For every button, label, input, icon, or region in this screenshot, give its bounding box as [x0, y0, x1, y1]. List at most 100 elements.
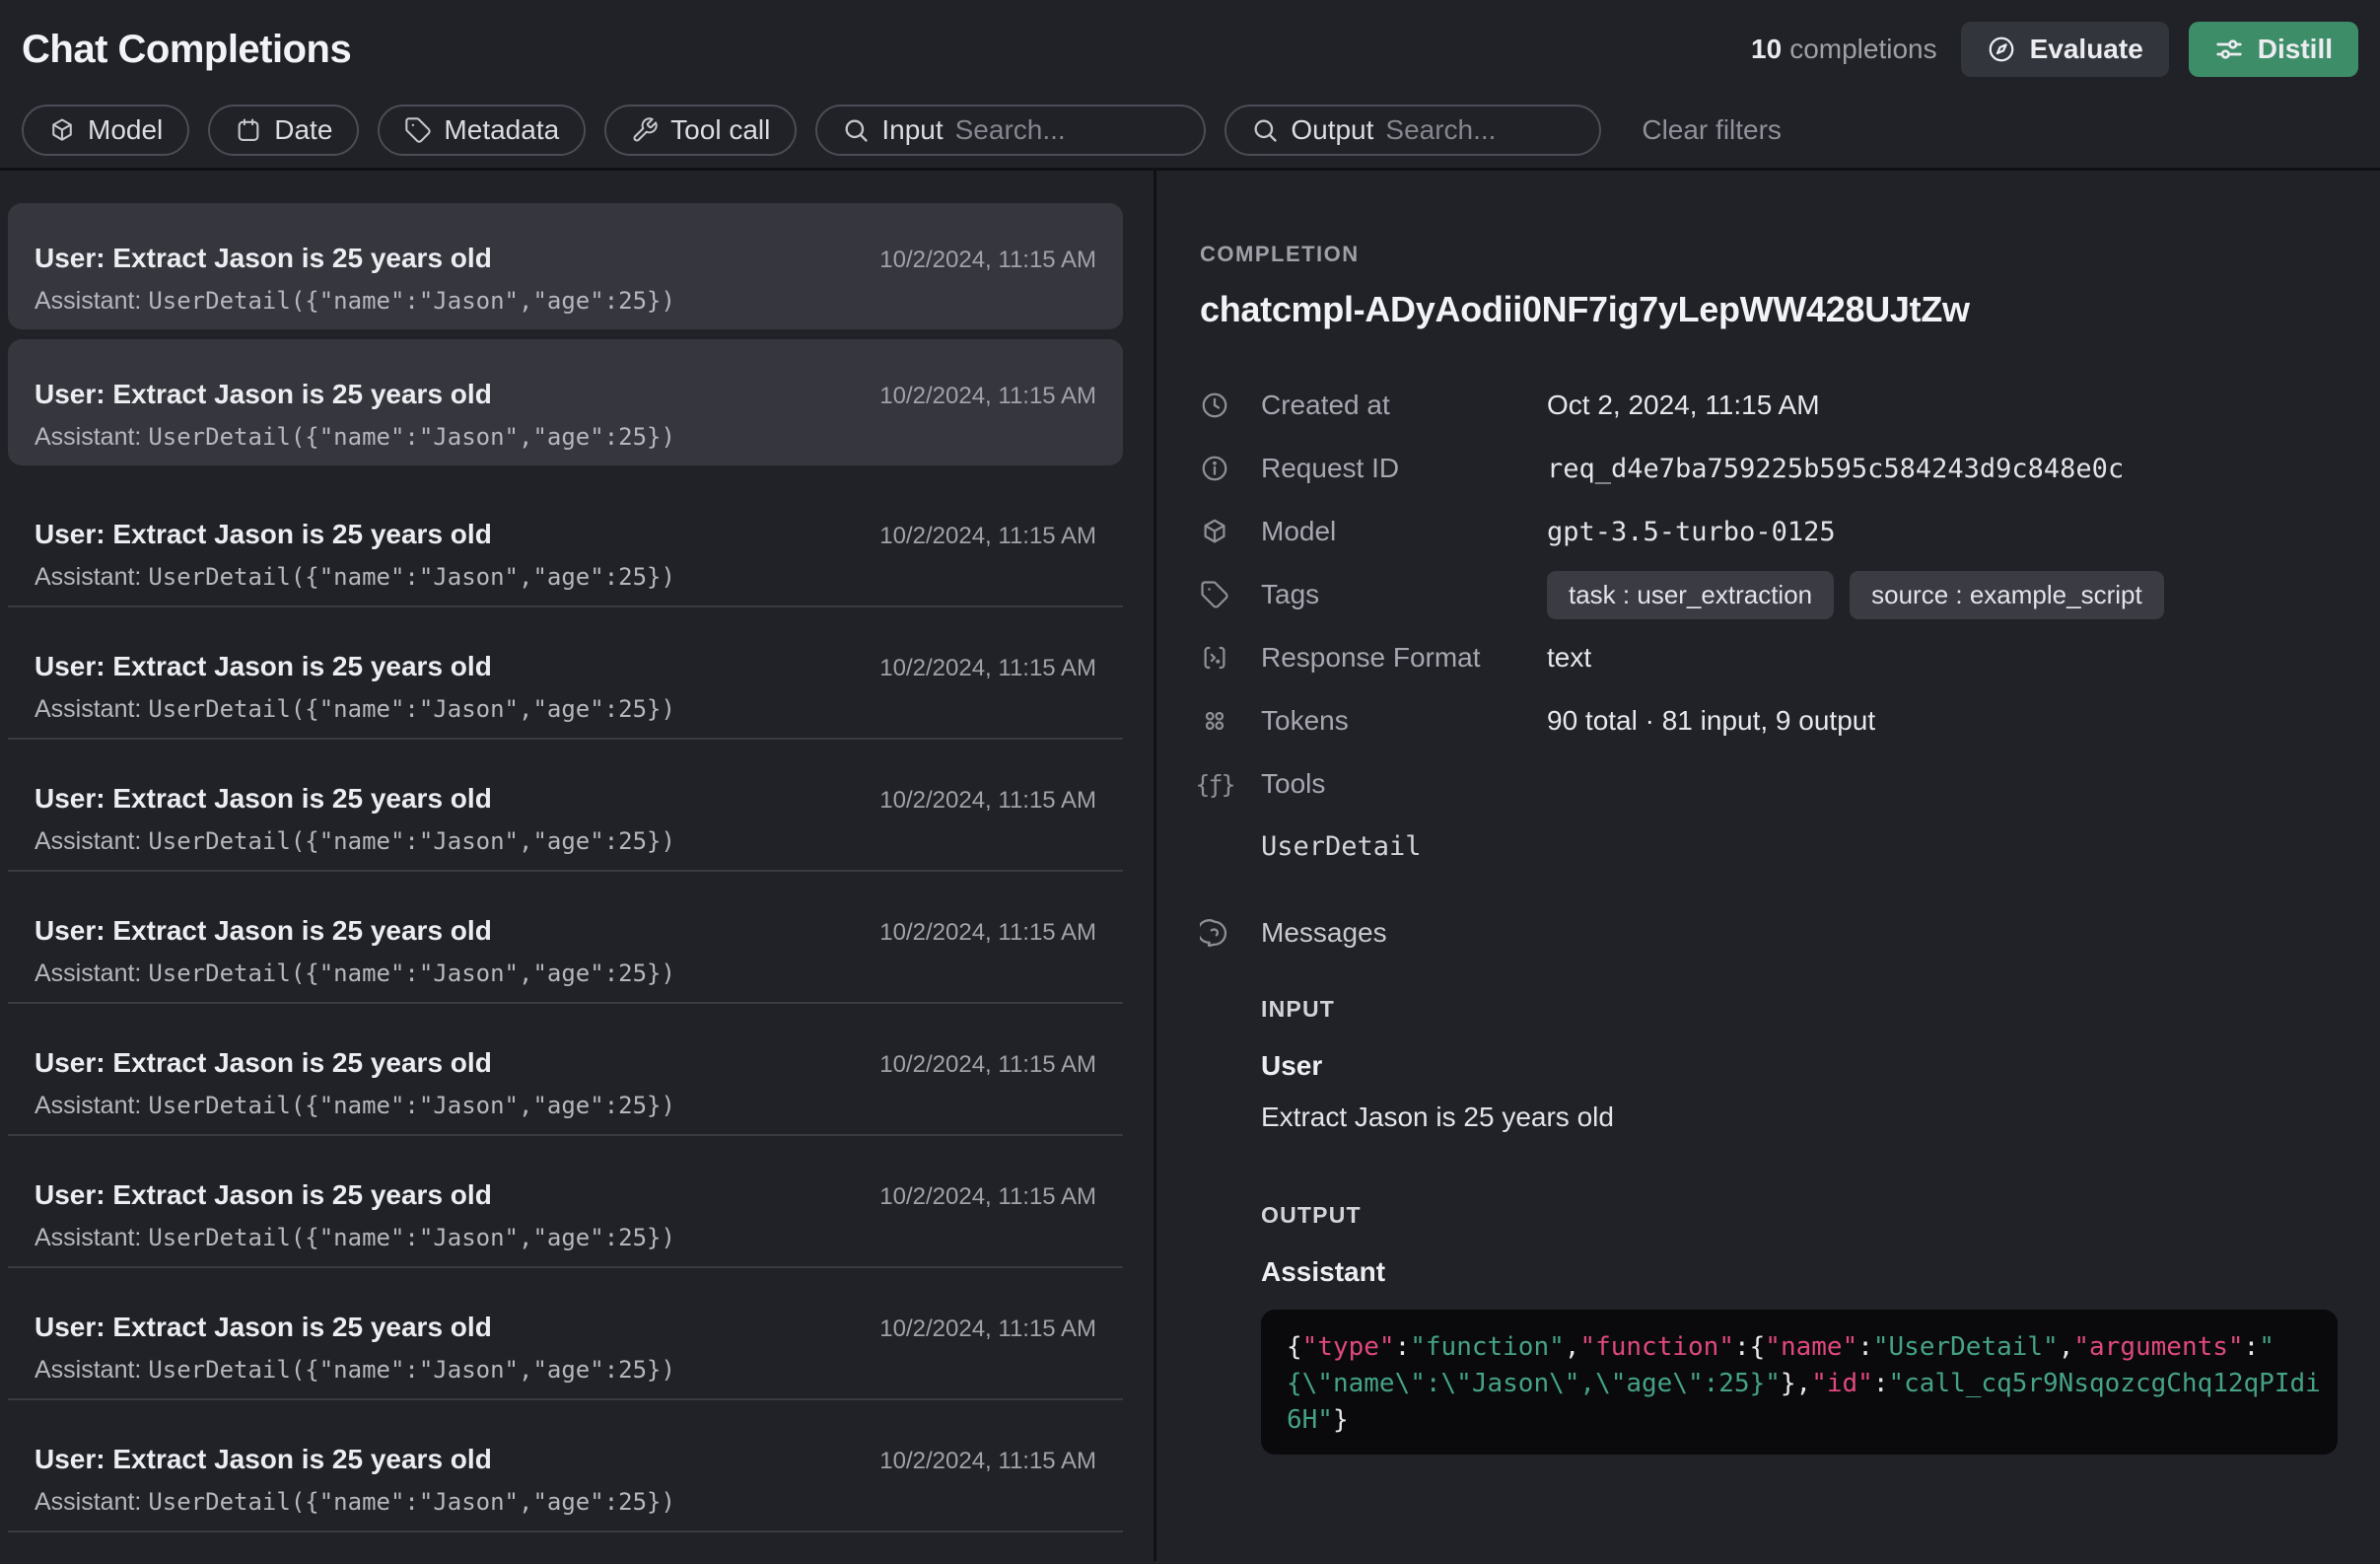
- tokens-icon: [1200, 706, 1229, 736]
- completion-row[interactable]: User: Extract Jason is 25 years old 10/2…: [8, 1136, 1123, 1268]
- cube-icon: [48, 116, 76, 144]
- row-timestamp: 10/2/2024, 11:15 AM: [879, 655, 1096, 682]
- output-search-placeholder: Search...: [1385, 114, 1496, 146]
- model-value: gpt-3.5-turbo-0125: [1547, 517, 1836, 547]
- completion-row[interactable]: User: Extract Jason is 25 years old 10/2…: [8, 872, 1123, 1004]
- row-timestamp: 10/2/2024, 11:15 AM: [879, 523, 1096, 550]
- row-user-text: User: Extract Jason is 25 years old: [35, 379, 492, 410]
- input-role: User: [1261, 1050, 2337, 1082]
- row-timestamp: 10/2/2024, 11:15 AM: [879, 383, 1096, 410]
- input-search-label: Input: [881, 114, 943, 146]
- meta-row-tokens: Tokens 90 total · 81 input, 9 output: [1200, 689, 2337, 752]
- completions-list: User: Extract Jason is 25 years old 10/2…: [0, 171, 1156, 1561]
- response-format-value: text: [1547, 642, 1591, 674]
- calendar-icon: [235, 116, 262, 144]
- filter-bar: Model Date Metadata Tool call Input Sear…: [22, 105, 2358, 156]
- tag-icon: [1200, 580, 1229, 609]
- output-role: Assistant: [1261, 1256, 2337, 1288]
- row-assistant-text: Assistant: UserDetail({"name":"Jason","a…: [35, 827, 1096, 856]
- output-search-label: Output: [1291, 114, 1373, 146]
- row-user-text: User: Extract Jason is 25 years old: [35, 915, 492, 947]
- braces-function-icon: {ƒ}: [1200, 769, 1229, 799]
- meta-row-request-id: Request ID req_d4e7ba759225b595c584243d9…: [1200, 437, 2337, 500]
- row-assistant-text: Assistant: UserDetail({"name":"Jason","a…: [35, 563, 1096, 592]
- tag-chips: task : user_extraction source : example_s…: [1547, 571, 2164, 619]
- tool-call-code-block[interactable]: {"type":"function","function":{"name":"U…: [1261, 1310, 2338, 1455]
- row-assistant-text: Assistant: UserDetail({"name":"Jason","a…: [35, 960, 1096, 988]
- row-assistant-text: Assistant: UserDetail({"name":"Jason","a…: [35, 1488, 1096, 1517]
- chat-bubble-icon: [1200, 918, 1229, 948]
- row-user-text: User: Extract Jason is 25 years old: [35, 1047, 492, 1079]
- completion-row[interactable]: User: Extract Jason is 25 years old 10/2…: [8, 1400, 1123, 1532]
- completion-row[interactable]: User: Extract Jason is 25 years old 10/2…: [8, 203, 1123, 329]
- row-user-text: User: Extract Jason is 25 years old: [35, 651, 492, 682]
- chat-completions-page: Chat Completions 10completions Evaluate …: [0, 0, 2380, 1564]
- filter-tool-call-label: Tool call: [670, 114, 770, 146]
- filter-date[interactable]: Date: [208, 105, 359, 156]
- detail-section-label: COMPLETION: [1200, 242, 2337, 267]
- model-label: Model: [1261, 516, 1547, 547]
- response-format-label: Response Format: [1261, 642, 1547, 674]
- request-id-value: req_d4e7ba759225b595c584243d9c848e0c: [1547, 454, 2124, 484]
- input-section-label: INPUT: [1261, 996, 2337, 1023]
- tool-name: UserDetail: [1261, 831, 2337, 862]
- row-assistant-text: Assistant: UserDetail({"name":"Jason","a…: [35, 695, 1096, 724]
- row-user-text: User: Extract Jason is 25 years old: [35, 1179, 492, 1211]
- row-timestamp: 10/2/2024, 11:15 AM: [879, 919, 1096, 947]
- completions-count-number: 10: [1751, 34, 1782, 64]
- sliders-icon: [2214, 35, 2244, 64]
- search-icon: [842, 116, 870, 144]
- completion-row[interactable]: User: Extract Jason is 25 years old 10/2…: [8, 607, 1123, 740]
- output-search-field[interactable]: Output Search...: [1225, 105, 1601, 156]
- clear-filters-button[interactable]: Clear filters: [1642, 114, 1782, 146]
- meta-row-created-at: Created at Oct 2, 2024, 11:15 AM: [1200, 374, 2337, 437]
- filter-metadata[interactable]: Metadata: [378, 105, 586, 156]
- info-icon: [1200, 454, 1229, 483]
- filter-model-label: Model: [88, 114, 163, 146]
- row-timestamp: 10/2/2024, 11:15 AM: [879, 787, 1096, 815]
- row-assistant-text: Assistant: UserDetail({"name":"Jason","a…: [35, 1092, 1096, 1120]
- meta-row-response-format: Response Format text: [1200, 626, 2337, 689]
- row-assistant-text: Assistant: UserDetail({"name":"Jason","a…: [35, 1356, 1096, 1385]
- row-timestamp: 10/2/2024, 11:15 AM: [879, 1315, 1096, 1343]
- input-search-placeholder: Search...: [955, 114, 1066, 146]
- compass-icon: [1987, 35, 2016, 64]
- row-assistant-text: Assistant: UserDetail({"name":"Jason","a…: [35, 1224, 1096, 1252]
- row-user-text: User: Extract Jason is 25 years old: [35, 1444, 492, 1475]
- row-user-text: User: Extract Jason is 25 years old: [35, 243, 492, 274]
- completion-row[interactable]: User: Extract Jason is 25 years old 10/2…: [8, 740, 1123, 872]
- tag-chip: source : example_script: [1850, 571, 2164, 619]
- tag-chip: task : user_extraction: [1547, 571, 1834, 619]
- created-at-value: Oct 2, 2024, 11:15 AM: [1547, 390, 1820, 421]
- created-at-label: Created at: [1261, 390, 1547, 421]
- evaluate-button[interactable]: Evaluate: [1961, 22, 2169, 77]
- output-section-label: OUTPUT: [1261, 1202, 2337, 1229]
- row-timestamp: 10/2/2024, 11:15 AM: [879, 1051, 1096, 1079]
- row-user-text: User: Extract Jason is 25 years old: [35, 1312, 492, 1343]
- input-content: Extract Jason is 25 years old: [1261, 1102, 2337, 1133]
- row-user-text: User: Extract Jason is 25 years old: [35, 519, 492, 550]
- completions-count: 10completions: [1751, 34, 1937, 65]
- row-timestamp: 10/2/2024, 11:15 AM: [879, 1183, 1096, 1211]
- tokens-value: 90 total · 81 input, 9 output: [1547, 705, 1875, 737]
- meta-row-tags: Tags task : user_extraction source : exam…: [1200, 563, 2337, 626]
- filter-metadata-label: Metadata: [444, 114, 559, 146]
- meta-row-messages: Messages: [1200, 901, 2337, 964]
- completion-row[interactable]: User: Extract Jason is 25 years old 10/2…: [8, 339, 1123, 465]
- cube-icon: [1200, 517, 1229, 546]
- completion-detail: COMPLETION chatcmpl-ADyAodii0NF7ig7yLepW…: [1156, 171, 2380, 1561]
- meta-row-tools: {ƒ} Tools: [1200, 752, 2337, 816]
- filter-model[interactable]: Model: [22, 105, 189, 156]
- tools-label: Tools: [1261, 768, 1547, 800]
- distill-button[interactable]: Distill: [2189, 22, 2358, 77]
- completion-id: chatcmpl-ADyAodii0NF7ig7yLepWW428UJtZw: [1200, 289, 2337, 330]
- completion-row[interactable]: User: Extract Jason is 25 years old 10/2…: [8, 1004, 1123, 1136]
- tags-label: Tags: [1261, 579, 1547, 610]
- completion-row[interactable]: User: Extract Jason is 25 years old 10/2…: [8, 1268, 1123, 1400]
- input-search-field[interactable]: Input Search...: [815, 105, 1206, 156]
- completion-row[interactable]: User: Extract Jason is 25 years old 10/2…: [8, 475, 1123, 607]
- search-icon: [1251, 116, 1279, 144]
- filter-tool-call[interactable]: Tool call: [604, 105, 797, 156]
- messages-label: Messages: [1261, 917, 1547, 949]
- row-assistant-text: Assistant: UserDetail({"name":"Jason","a…: [35, 287, 1096, 316]
